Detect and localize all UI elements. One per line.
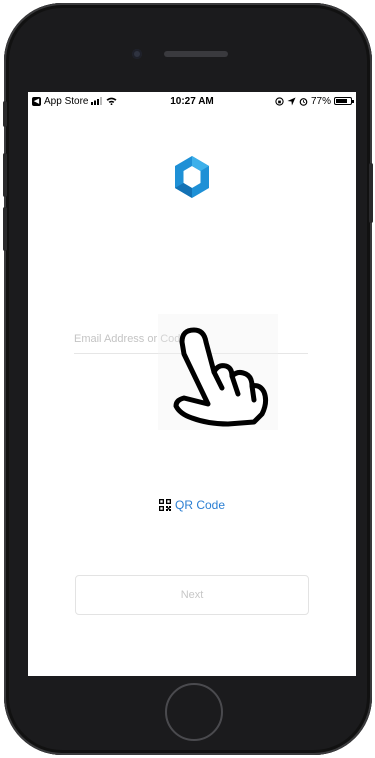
status-carrier[interactable]: App Store <box>44 96 88 107</box>
battery-icon <box>334 97 354 105</box>
volume-up-button <box>3 153 7 197</box>
signal-icon <box>91 97 103 105</box>
home-button[interactable] <box>165 683 223 741</box>
qr-code-label: QR Code <box>174 498 226 512</box>
mute-switch <box>3 101 7 127</box>
app-logo-icon <box>175 156 209 198</box>
earpiece-speaker <box>164 51 228 57</box>
power-button <box>369 163 373 223</box>
battery-percent: 77% <box>310 95 331 107</box>
pointer-hand-icon <box>158 314 278 430</box>
volume-down-button <box>3 207 7 251</box>
battery-level <box>336 99 347 103</box>
front-camera <box>132 49 142 59</box>
qr-code-icon <box>158 499 171 511</box>
next-button[interactable]: Next <box>75 575 309 615</box>
alarm-icon <box>299 97 308 106</box>
rotation-lock-icon <box>275 96 284 106</box>
location-icon <box>287 96 296 106</box>
status-bar: ◀ App Store 10:27 AM 77% <box>28 92 356 110</box>
back-icon[interactable]: ◀ <box>32 96 41 106</box>
wifi-icon <box>106 97 117 105</box>
qr-code-link[interactable]: QR Code <box>28 498 356 512</box>
app-screen: ◀ App Store 10:27 AM 77% Email Address o… <box>28 92 356 676</box>
